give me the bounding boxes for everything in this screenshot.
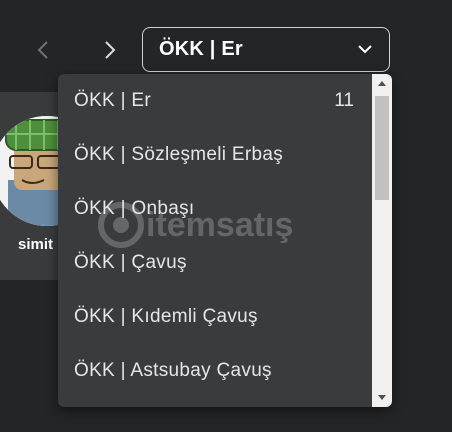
rank-option-label: ÖKK | Sözleşmeli Erbaş	[74, 144, 283, 165]
member-name: simit	[18, 236, 54, 253]
rank-option[interactable]: ÖKK | Sözleşmeli Erbaş	[58, 128, 372, 182]
scroll-up-arrow-icon[interactable]	[378, 81, 386, 86]
scroll-thumb[interactable]	[375, 96, 389, 200]
chevron-left-icon	[37, 41, 48, 59]
rank-option-label: ÖKK | Astsubay Çavuş	[74, 360, 272, 381]
chevron-right-icon	[105, 41, 116, 59]
svg-text:itemsatış: itemsatış	[146, 206, 293, 244]
rank-option-label: ÖKK | Er	[74, 90, 152, 111]
watermark-logo: itemsatış	[96, 200, 366, 255]
rank-select[interactable]: ÖKK | Er	[142, 27, 390, 72]
scroll-down-arrow-icon[interactable]	[378, 395, 386, 400]
next-button[interactable]	[95, 30, 125, 70]
previous-button[interactable]	[28, 30, 58, 70]
selected-rank: ÖKK | Er	[159, 38, 243, 60]
dropdown-scrollbar[interactable]	[372, 74, 392, 407]
rank-option[interactable]: ÖKK | Astsubay Çavuş	[58, 344, 372, 398]
rank-option-label: ÖKK | Kıdemli Çavuş	[74, 306, 258, 327]
rank-option-count: 11	[334, 90, 354, 111]
rank-option[interactable]: ÖKK | Er 11	[58, 74, 372, 128]
chevron-down-icon	[358, 45, 372, 54]
rank-option[interactable]: ÖKK | Kıdemli Çavuş	[58, 290, 372, 344]
rank-option-label: ÖKK | Çavuş	[74, 252, 187, 273]
